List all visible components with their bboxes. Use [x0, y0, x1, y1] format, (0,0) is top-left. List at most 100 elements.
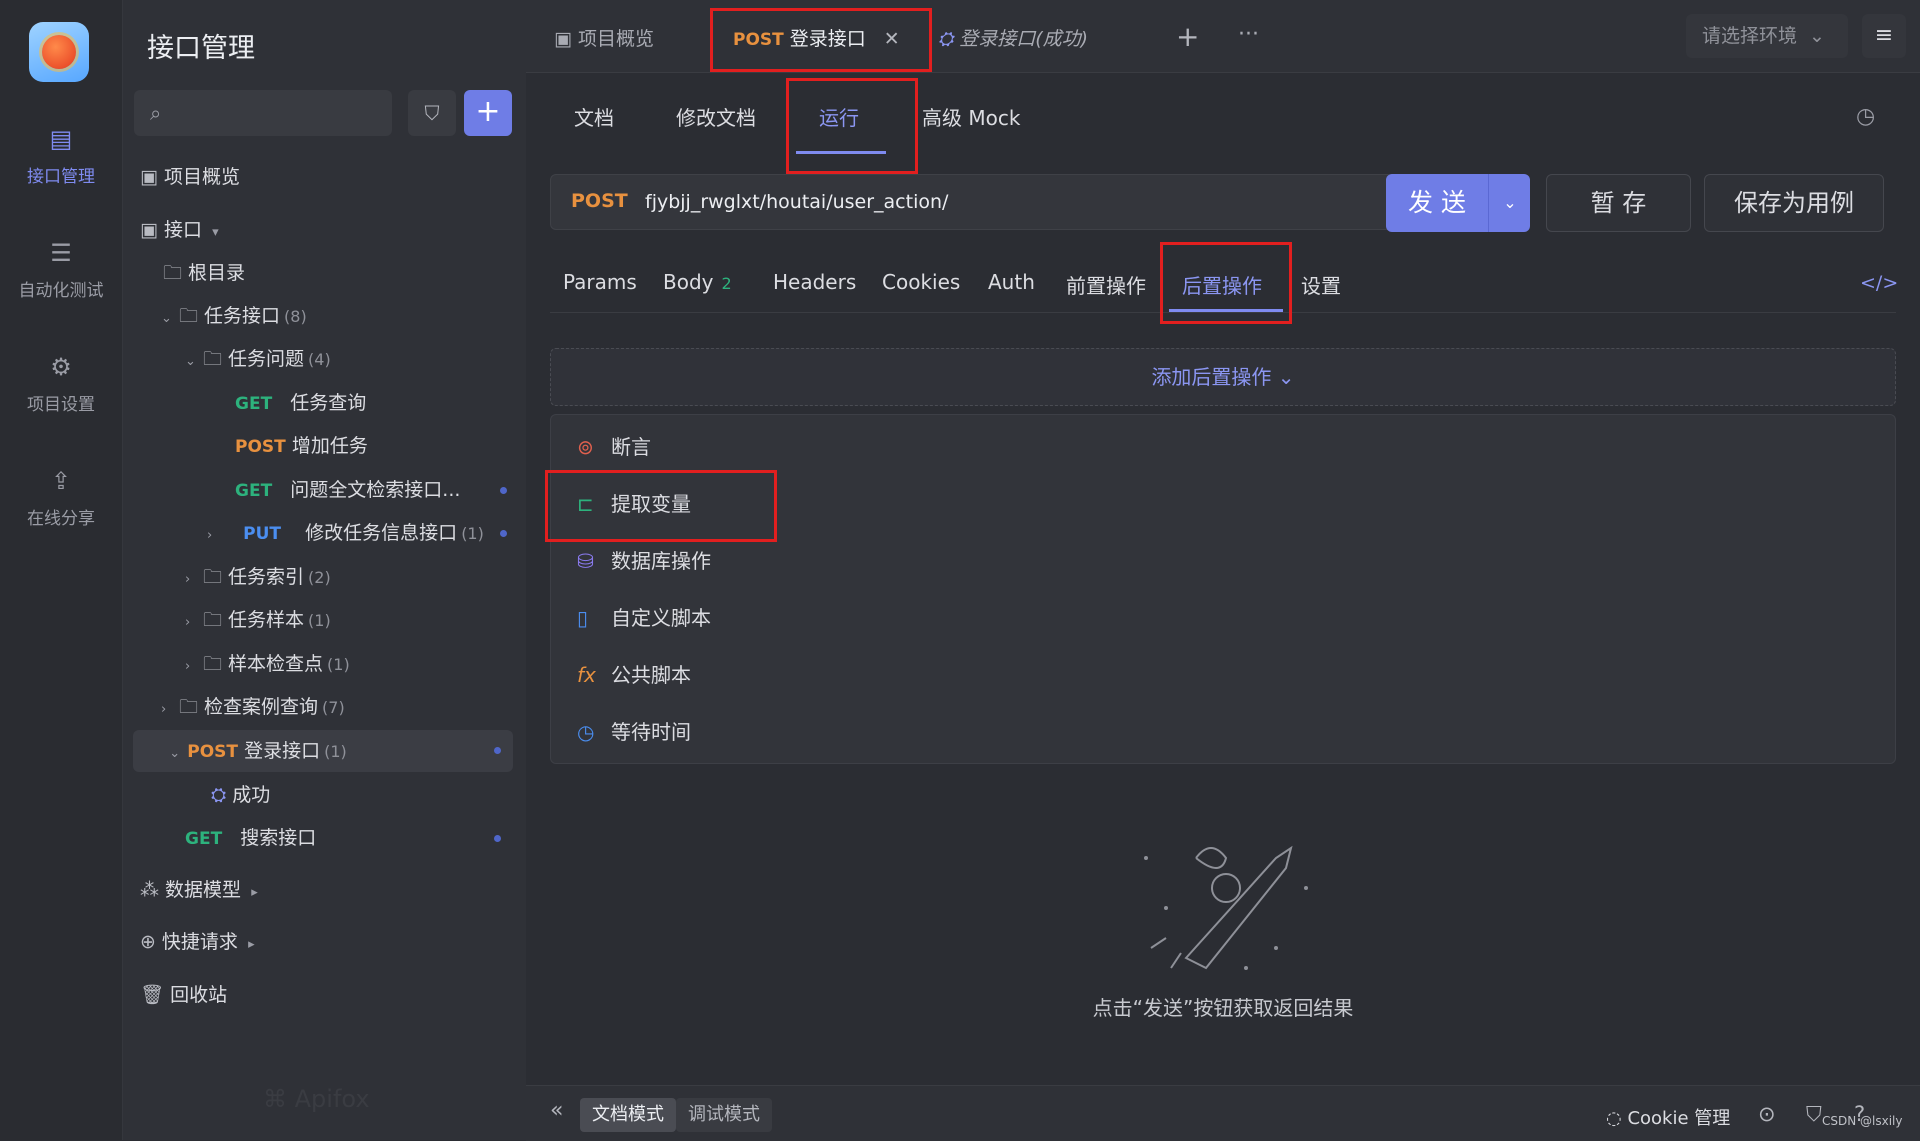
upload-icon[interactable]: ⊙ — [1758, 1102, 1776, 1126]
subtab-advanced-mock[interactable]: 高级 Mock — [922, 102, 1020, 131]
rail-item-project-settings[interactable]: ⚙ 项目设置 — [0, 352, 122, 415]
add-post-operation-button[interactable]: 添加后置操作 ⌄ — [550, 348, 1896, 406]
save-temp-button[interactable]: 暂 存 — [1546, 174, 1691, 232]
tree-item-label: 任务索引 — [228, 566, 305, 588]
subtab-doc[interactable]: 文档 — [574, 102, 614, 131]
reqtab-params[interactable]: Params — [563, 270, 637, 294]
reqtab-settings[interactable]: 设置 — [1301, 270, 1341, 299]
item-count: (8) — [284, 307, 307, 326]
code-icon[interactable]: </> — [1860, 272, 1898, 294]
tree-item-recycle-bin[interactable]: 🗑 回收站 — [140, 975, 530, 1015]
tree-item-apis[interactable]: ▣ 接口 ▾ — [140, 210, 530, 250]
cookie-manager-button[interactable]: ◌ Cookie 管理 — [1606, 1104, 1730, 1130]
api-tree-panel: 接口管理 ⌕ ⛉ + ▣ 项目概览 ▣ 接口 ▾ 🗀 根目录 ⌄ 🗀 任务接口 (8) ⌄ 🗀… — [123, 0, 526, 1140]
status-dot — [500, 530, 507, 537]
menu-item-database[interactable]: ⛁ 数据库操作 — [577, 543, 711, 579]
reqtab-cookies[interactable]: Cookies — [882, 270, 960, 294]
debug-mode-button[interactable]: 调试模式 — [676, 1098, 772, 1132]
tree-endpoint[interactable]: › PUT 修改任务信息接口 (1) — [207, 513, 513, 553]
tree-folder-root[interactable]: 🗀 根目录 — [163, 253, 553, 293]
subtab-edit-doc[interactable]: 修改文档 — [676, 102, 756, 131]
tab-login-api[interactable]: POST 登录接口 ✕ — [733, 24, 900, 51]
save-as-case-button[interactable]: 保存为用例 — [1704, 174, 1884, 232]
tree-folder[interactable]: › 🗀 任务索引 (2) — [185, 557, 575, 597]
tree-item-label: 样本检查点 — [228, 653, 324, 675]
menu-item-label: 公共脚本 — [611, 663, 691, 687]
menu-item-label: 数据库操作 — [611, 549, 711, 573]
folder-icon: 🗀 — [203, 653, 223, 675]
menu-item-label: 自定义脚本 — [611, 606, 711, 630]
add-button[interactable]: + — [464, 90, 512, 136]
folder-icon: 🗀 — [163, 262, 183, 284]
tree-folder-task-issue[interactable]: ⌄ 🗀 任务问题 (4) — [185, 339, 575, 379]
more-icon: ··· — [1238, 22, 1259, 47]
tab-project-overview[interactable]: ▣ 项目概览 — [554, 24, 654, 51]
new-tab-button[interactable]: + — [1176, 20, 1199, 53]
reqtab-body[interactable]: Body 2 — [663, 270, 732, 294]
menu-item-label: 等待时间 — [611, 720, 691, 744]
rail-label: 项目设置 — [27, 395, 95, 415]
cookie-icon: ◌ — [1606, 1108, 1628, 1129]
shirt-icon[interactable]: ⛉ — [1806, 1102, 1822, 1127]
menu-item-custom-script[interactable]: ▯ 自定义脚本 — [577, 600, 711, 636]
tree-endpoint[interactable]: GET 搜索接口 — [185, 818, 513, 858]
rail-label: 在线分享 — [27, 509, 95, 529]
rail-item-share[interactable]: ⇪ 在线分享 — [0, 466, 122, 529]
count-badge: 2 — [721, 274, 732, 293]
item-count: (4) — [308, 350, 331, 369]
environment-select[interactable]: 请选择环境 ⌄ — [1686, 14, 1848, 58]
subtab-run[interactable]: 运行 — [819, 102, 859, 131]
close-icon[interactable]: ✕ — [884, 28, 900, 50]
menu-item-extract-variable[interactable]: ⊏ 提取变量 — [577, 486, 691, 522]
tab-label: 登录接口 — [789, 28, 866, 50]
tree-endpoint-selected[interactable]: ⌄ POST 登录接口 (1) — [133, 730, 513, 772]
doc-mode-button[interactable]: 文档模式 — [580, 1098, 676, 1132]
tree-folder[interactable]: › 🗀 检查案例查询 (7) — [161, 687, 551, 727]
filter-icon: ⛉ — [424, 101, 440, 125]
tree-item-data-model[interactable]: ⁂ 数据模型 ▸ — [140, 870, 530, 910]
chevron-right-icon: › — [185, 615, 191, 630]
source-credit: CSDN @lsxily — [1822, 1114, 1903, 1128]
tab-login-success[interactable]: ⛭ 登录接口(成功) — [938, 24, 1088, 51]
tab-label: 登录接口(成功) — [959, 28, 1089, 50]
hamburger-icon: ≡ — [1874, 23, 1894, 48]
menu-item-wait-time[interactable]: ◷ 等待时间 — [577, 714, 691, 750]
tree-item-overview[interactable]: ▣ 项目概览 — [140, 157, 530, 197]
chevron-down-icon[interactable]: ⌄ — [1488, 174, 1531, 232]
tree-folder[interactable]: › 🗀 样本检查点 (1) — [185, 644, 575, 684]
reqtab-post-ops[interactable]: 后置操作 — [1182, 270, 1262, 299]
tree-folder-task-api[interactable]: ⌄ 🗀 任务接口 (8) — [161, 296, 551, 336]
item-count: (1) — [461, 524, 484, 543]
history-icon[interactable]: ◷ — [1856, 104, 1875, 129]
tree-item-quick-request[interactable]: ⊕ 快捷请求 ▸ — [140, 922, 530, 962]
tree-folder[interactable]: › 🗀 任务样本 (1) — [185, 600, 575, 640]
caret-down-icon: ▾ — [208, 225, 219, 240]
tree-search-input[interactable]: ⌕ — [134, 90, 392, 136]
app-rail: ▤ 接口管理 ☰ 自动化测试 ⚙ 项目设置 ⇪ 在线分享 — [0, 0, 123, 1140]
apifox-logo — [29, 22, 89, 82]
plus-icon: + — [475, 94, 501, 129]
divider — [550, 312, 1896, 313]
filter-button[interactable]: ⛉ — [408, 90, 456, 136]
tree-endpoint[interactable]: GET 问题全文检索接口... — [235, 470, 513, 510]
tree-item-label: 修改任务信息接口 — [305, 522, 458, 544]
menu-item-assert[interactable]: ⊚ 断言 — [577, 429, 651, 465]
send-button[interactable]: 发 送 ⌄ — [1386, 174, 1530, 232]
cookie-label: Cookie 管理 — [1627, 1108, 1731, 1129]
menu-item-public-script[interactable]: fx 公共脚本 — [577, 657, 691, 693]
item-count: (1) — [308, 611, 331, 630]
reqtab-auth[interactable]: Auth — [988, 270, 1035, 294]
reqtab-headers[interactable]: Headers — [773, 270, 856, 294]
data-model-icon: ⁂ — [140, 879, 159, 901]
chevron-right-icon: › — [185, 659, 191, 674]
more-tabs-button[interactable]: ··· — [1238, 22, 1259, 47]
reqtab-pre-ops[interactable]: 前置操作 — [1066, 270, 1146, 299]
rail-item-automation[interactable]: ☰ 自动化测试 — [0, 238, 122, 301]
apifox-watermark: ⌘ Apifox — [263, 1085, 370, 1113]
method-select[interactable]: POST — [571, 190, 628, 212]
collapse-icon[interactable]: « — [550, 1098, 563, 1123]
watermark-text: Apifox — [294, 1085, 370, 1113]
url-input[interactable]: POST fjybjj_rwglxt/houtai/user_action/ — [550, 174, 1394, 230]
menu-button[interactable]: ≡ — [1862, 14, 1906, 58]
rail-item-api-manage[interactable]: ▤ 接口管理 — [0, 124, 122, 187]
